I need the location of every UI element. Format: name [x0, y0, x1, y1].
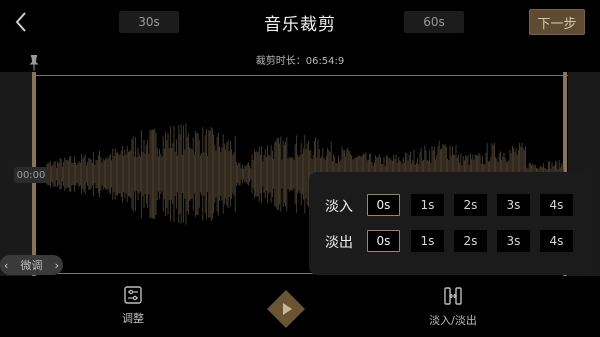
start-time-badge: 00:00 [14, 167, 48, 183]
fade-panel: 淡入 0s 1s 2s 3s 4s 淡出 0s 1s 2s 3s 4s [309, 172, 592, 275]
fade-label: 淡入/淡出 [429, 314, 477, 327]
preset-30s-button[interactable]: 30s [119, 11, 179, 33]
fade-out-option[interactable]: 1s [411, 230, 444, 252]
fade-out-option[interactable]: 4s [540, 230, 573, 252]
trim-duration-text: 裁剪时长：06:54:9 [255, 56, 345, 67]
page-title: 音乐裁剪 [264, 15, 336, 35]
fade-in-option[interactable]: 0s [367, 194, 400, 216]
fade-out-row: 淡出 0s 1s 2s 3s 4s [309, 230, 592, 254]
fade-in-option[interactable]: 2s [454, 194, 487, 216]
fade-in-out-button[interactable]: 淡入/淡出 [422, 286, 484, 328]
pin-icon [29, 55, 39, 71]
adjust-button[interactable]: 调整 [113, 286, 153, 326]
fine-tune-control[interactable]: ‹ 微调 › [0, 255, 63, 275]
fade-out-option[interactable]: 2s [454, 230, 487, 252]
top-bar: 30s 音乐裁剪 60s 下一步 [0, 0, 600, 46]
fade-in-option[interactable]: 1s [411, 194, 444, 216]
chevron-left-icon[interactable]: ‹ [4, 259, 8, 272]
chevron-left-icon [15, 12, 26, 32]
back-button[interactable] [10, 9, 32, 35]
adjust-label: 调整 [122, 312, 144, 325]
fade-in-option[interactable]: 3s [497, 194, 530, 216]
fade-out-option[interactable]: 3s [497, 230, 530, 252]
fade-out-label: 淡出 [325, 235, 353, 251]
sliders-icon [124, 286, 142, 304]
chevron-right-icon[interactable]: › [55, 259, 59, 272]
fade-icon [444, 287, 462, 305]
fade-in-label: 淡入 [325, 199, 353, 215]
fade-in-option[interactable]: 4s [540, 194, 573, 216]
next-step-button[interactable]: 下一步 [529, 9, 585, 35]
play-button[interactable] [266, 289, 306, 329]
preset-60s-button[interactable]: 60s [404, 11, 464, 33]
fade-out-option[interactable]: 0s [367, 230, 400, 252]
fade-in-row: 淡入 0s 1s 2s 3s 4s [309, 194, 592, 218]
fine-tune-label: 微调 [20, 259, 43, 272]
